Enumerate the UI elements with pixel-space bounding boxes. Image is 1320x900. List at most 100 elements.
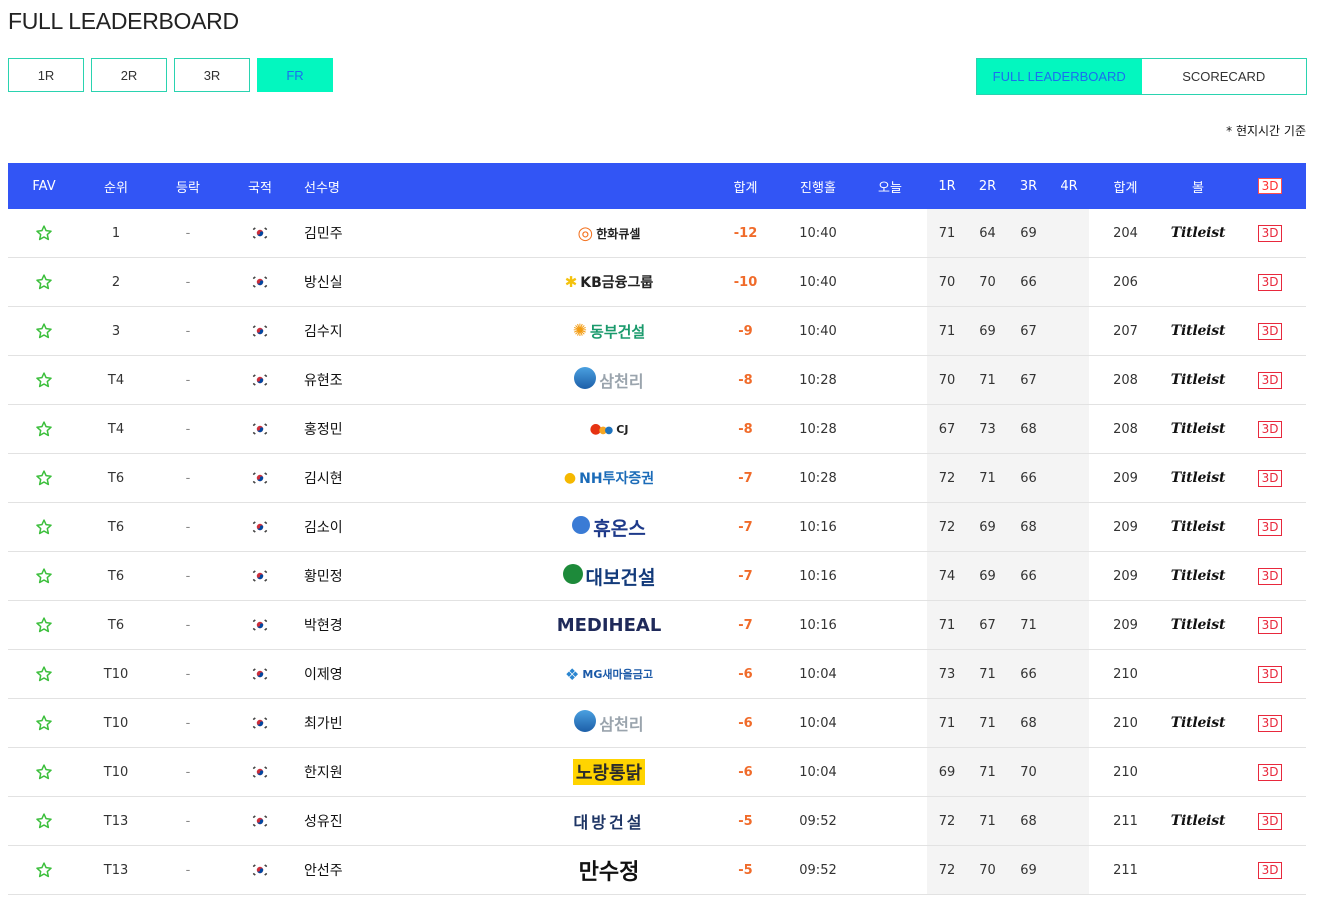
player-name[interactable]: 성유진 (304, 797, 544, 845)
three-d-button[interactable]: 3D (1234, 356, 1306, 404)
full-leaderboard-button[interactable]: FULL LEADERBOARD (977, 59, 1142, 94)
score-to-par: -6 (738, 764, 753, 780)
player-name[interactable]: 김민주 (304, 209, 544, 257)
sponsor-name: 대방건설 (573, 813, 645, 832)
three-d-badge[interactable]: 3D (1257, 665, 1283, 683)
favorite-star-icon[interactable] (8, 601, 80, 649)
favorite-star-icon[interactable] (8, 405, 80, 453)
sponsor-logo: 휴온스 (544, 503, 674, 551)
favorite-star-icon[interactable] (8, 797, 80, 845)
three-d-button[interactable]: 3D (1234, 748, 1306, 796)
player-name-text[interactable]: 홍정민 (304, 419, 343, 439)
tab-round-final[interactable]: FR (257, 58, 333, 92)
three-d-button[interactable]: 3D (1234, 454, 1306, 502)
sponsor-name: 만수정 (578, 860, 640, 885)
three-d-button[interactable]: 3D (1234, 405, 1306, 453)
player-name-text[interactable]: 한지원 (304, 762, 343, 782)
header-3d: 3D (1234, 163, 1306, 209)
player-name[interactable]: 방신실 (304, 258, 544, 306)
player-name-text[interactable]: 황민정 (304, 566, 343, 586)
favorite-star-icon[interactable] (8, 209, 80, 257)
three-d-button[interactable]: 3D (1234, 307, 1306, 355)
scorecard-button[interactable]: SCORECARD (1141, 59, 1306, 94)
player-name[interactable]: 홍정민 (304, 405, 544, 453)
three-d-button[interactable]: 3D (1234, 699, 1306, 747)
player-name-text[interactable]: 유현조 (304, 370, 343, 390)
three-d-badge[interactable]: 3D (1257, 518, 1283, 536)
player-name-text[interactable]: 박현경 (304, 615, 343, 635)
player-name-text[interactable]: 김시현 (304, 468, 343, 488)
tab-round-2[interactable]: 2R (91, 58, 167, 92)
favorite-star-icon[interactable] (8, 503, 80, 551)
round-1-score: 67 (938, 421, 956, 437)
favorite-star-icon[interactable] (8, 454, 80, 502)
header-r4: 4R (1060, 178, 1078, 194)
three-d-button[interactable]: 3D (1234, 552, 1306, 600)
player-name[interactable]: 유현조 (304, 356, 544, 404)
favorite-star-icon[interactable] (8, 307, 80, 355)
three-d-button[interactable]: 3D (1234, 846, 1306, 894)
tab-round-1[interactable]: 1R (8, 58, 84, 92)
tab-round-3[interactable]: 3R (174, 58, 250, 92)
round-1-score: 70 (938, 372, 956, 388)
favorite-star-icon[interactable] (8, 699, 80, 747)
three-d-badge[interactable]: 3D (1257, 812, 1283, 830)
favorite-star-icon[interactable] (8, 650, 80, 698)
three-d-badge[interactable]: 3D (1257, 273, 1283, 291)
player-name-text[interactable]: 최가빈 (304, 713, 343, 733)
sponsor-mark-icon (574, 710, 597, 736)
player-name[interactable]: 황민정 (304, 552, 544, 600)
player-name[interactable]: 이제영 (304, 650, 544, 698)
player-name[interactable]: 박현경 (304, 601, 544, 649)
player-name[interactable]: 김수지 (304, 307, 544, 355)
three-d-badge[interactable]: 3D (1257, 567, 1283, 585)
three-d-badge[interactable]: 3D (1257, 763, 1283, 781)
player-name-text[interactable]: 성유진 (304, 811, 343, 831)
three-d-badge[interactable]: 3D (1257, 322, 1283, 340)
three-d-badge[interactable]: 3D (1257, 714, 1283, 732)
header-ball: 볼 (1192, 180, 1204, 196)
header-today: 오늘 (878, 180, 902, 196)
three-d-button[interactable]: 3D (1234, 503, 1306, 551)
sponsor-mark-icon: ●●● (589, 421, 614, 437)
three-d-button[interactable]: 3D (1234, 650, 1306, 698)
player-name[interactable]: 한지원 (304, 748, 544, 796)
three-d-badge[interactable]: 3D (1257, 861, 1283, 879)
three-d-button[interactable]: 3D (1234, 209, 1306, 257)
three-d-badge[interactable]: 3D (1257, 469, 1283, 487)
player-name[interactable]: 김소이 (304, 503, 544, 551)
player-name[interactable]: 최가빈 (304, 699, 544, 747)
total-strokes: 211 (1113, 813, 1138, 829)
three-d-badge[interactable]: 3D (1257, 616, 1283, 634)
player-name-text[interactable]: 이제영 (304, 664, 343, 684)
three-d-button[interactable]: 3D (1234, 258, 1306, 306)
rank-move: - (185, 862, 191, 878)
player-name-text[interactable]: 김수지 (304, 321, 343, 341)
three-d-badge[interactable]: 3D (1257, 420, 1283, 438)
favorite-star-icon[interactable] (8, 846, 80, 894)
player-name-text[interactable]: 방신실 (304, 272, 343, 292)
three-d-button[interactable]: 3D (1234, 601, 1306, 649)
favorite-star-icon[interactable] (8, 356, 80, 404)
header-to-par: 합계 (733, 180, 758, 196)
three-d-badge[interactable]: 3D (1257, 224, 1283, 242)
round-4-score (1049, 699, 1089, 747)
player-name-text[interactable]: 김민주 (304, 223, 343, 243)
player-name-text[interactable]: 안선주 (304, 860, 343, 880)
player-name[interactable]: 김시현 (304, 454, 544, 502)
round-1-score: 70 (938, 274, 956, 290)
tee-time: 10:04 (799, 715, 837, 731)
player-name-text[interactable]: 김소이 (304, 517, 343, 537)
favorite-star-icon[interactable] (8, 258, 80, 306)
favorite-star-icon[interactable] (8, 748, 80, 796)
three-d-button[interactable]: 3D (1234, 797, 1306, 845)
today-score (856, 699, 924, 747)
player-name[interactable]: 안선주 (304, 846, 544, 894)
korea-flag-icon (224, 258, 296, 306)
total-strokes: 206 (1113, 274, 1138, 290)
sponsor-logo: ✱ KB금융그룹 (544, 258, 674, 306)
three-d-badge[interactable]: 3D (1257, 371, 1283, 389)
favorite-star-icon[interactable] (8, 552, 80, 600)
total-strokes: 208 (1113, 372, 1138, 388)
round-4-score (1049, 748, 1089, 796)
